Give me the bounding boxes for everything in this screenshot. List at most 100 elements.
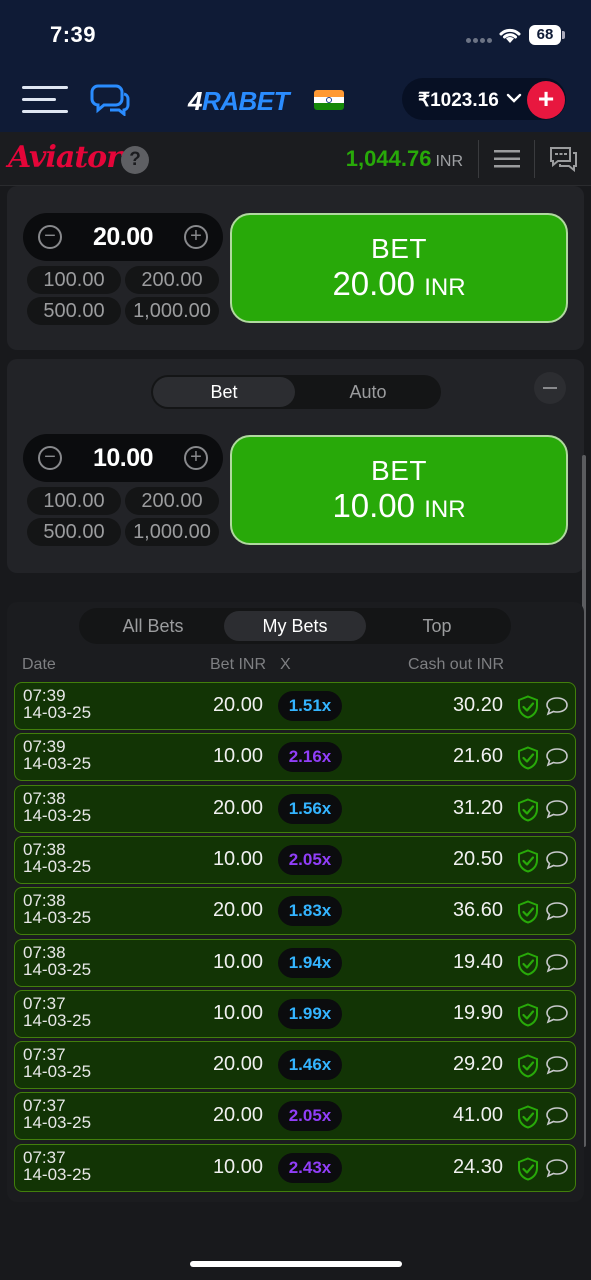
game-balance: 1,044.76 INR xyxy=(345,146,463,171)
bet-amount-value[interactable]: 10.00 xyxy=(73,444,173,473)
share-chat-icon[interactable] xyxy=(545,747,569,767)
bet-amount-label: 20.00 INR xyxy=(332,265,466,302)
bet-date: 14-03-25 xyxy=(23,1010,92,1030)
provably-fair-shield-icon[interactable] xyxy=(517,1003,539,1027)
bet-time: 07:37 xyxy=(23,1147,66,1167)
cashout-amount: 30.20 xyxy=(452,694,503,716)
battery-tip xyxy=(562,31,565,39)
share-chat-icon[interactable] xyxy=(545,953,569,973)
provably-fair-shield-icon[interactable] xyxy=(517,798,539,822)
quick-amount-button[interactable]: 100.00 xyxy=(27,487,121,515)
share-chat-icon[interactable] xyxy=(545,1055,569,1075)
tab-all-bets[interactable]: All Bets xyxy=(83,611,223,641)
bet-amount-value[interactable]: 20.00 xyxy=(73,223,173,252)
bet-amount-label: 10.00 INR xyxy=(332,487,466,524)
multiplier-badge: 1.83x xyxy=(278,896,342,927)
quick-amount-button[interactable]: 100.00 xyxy=(27,266,121,294)
bet-amount-stepper[interactable]: − 10.00 + xyxy=(23,434,223,482)
deposit-button[interactable]: + xyxy=(527,81,565,119)
home-indicator[interactable] xyxy=(190,1261,402,1267)
share-chat-icon[interactable] xyxy=(545,1106,569,1126)
wallet-balance-text: ₹1023.16 xyxy=(418,90,499,111)
table-row[interactable]: 07:37 14-03-25 10.00 2.43x 24.30 xyxy=(14,1143,576,1192)
table-row[interactable]: 07:37 14-03-25 20.00 2.05x 41.00 xyxy=(14,1092,576,1141)
multiplier-badge: 2.16x xyxy=(278,742,342,773)
cashout-amount: 19.90 xyxy=(452,1001,503,1024)
increase-button[interactable]: + xyxy=(184,225,208,249)
share-chat-icon[interactable] xyxy=(545,696,569,716)
table-row[interactable]: 07:39 14-03-25 10.00 2.16x 21.60 xyxy=(14,733,576,782)
provably-fair-shield-icon[interactable] xyxy=(517,849,539,873)
bet-date: 14-03-25 xyxy=(23,856,92,876)
tab-bet[interactable]: Bet xyxy=(153,377,295,407)
divider xyxy=(478,140,479,178)
tab-top[interactable]: Top xyxy=(367,611,507,641)
table-row[interactable]: 07:37 14-03-25 10.00 1.99x 19.90 xyxy=(14,989,576,1038)
divider xyxy=(534,140,535,178)
tab-my-bets[interactable]: My Bets xyxy=(224,611,366,641)
provably-fair-shield-icon[interactable] xyxy=(517,695,539,719)
bet-amount: 20.00 xyxy=(212,694,263,716)
provably-fair-shield-icon[interactable] xyxy=(517,900,539,924)
share-chat-icon[interactable] xyxy=(545,901,569,921)
share-chat-icon[interactable] xyxy=(545,799,569,819)
table-row[interactable]: 07:39 14-03-25 20.00 1.51x 30.20 xyxy=(14,682,576,730)
bet-amount: 10.00 xyxy=(212,745,263,768)
increase-button[interactable]: + xyxy=(184,446,208,470)
table-row[interactable]: 07:38 14-03-25 20.00 1.56x 31.20 xyxy=(14,784,576,833)
bet-button[interactable]: BET 10.00 INR xyxy=(230,435,568,545)
bet-amount-stepper[interactable]: − 20.00 + xyxy=(23,213,223,261)
bet-date: 14-03-25 xyxy=(23,959,92,979)
table-row[interactable]: 07:38 14-03-25 20.00 1.83x 36.60 xyxy=(14,887,576,936)
quick-amount-button[interactable]: 1,000.00 xyxy=(125,297,219,325)
share-chat-icon[interactable] xyxy=(545,850,569,870)
provably-fair-shield-icon[interactable] xyxy=(517,746,539,770)
quick-amount-button[interactable]: 500.00 xyxy=(27,518,121,546)
multiplier-badge: 1.99x xyxy=(278,998,342,1029)
bet-time: 07:37 xyxy=(23,993,66,1013)
bet-amount: 10.00 xyxy=(212,847,263,870)
decrease-button[interactable]: − xyxy=(38,225,62,249)
cashout-amount: 24.30 xyxy=(452,1155,503,1178)
cellular-signal-icon xyxy=(466,38,492,44)
menu-icon[interactable] xyxy=(494,149,520,169)
bet-time: 07:38 xyxy=(23,942,66,962)
tab-auto[interactable]: Auto xyxy=(297,377,439,407)
provably-fair-shield-icon[interactable] xyxy=(517,1105,539,1129)
bet-time: 07:39 xyxy=(23,686,66,705)
provably-fair-shield-icon[interactable] xyxy=(517,951,539,976)
bet-date: 14-03-25 xyxy=(23,1164,92,1184)
quick-amount-button[interactable]: 500.00 xyxy=(27,297,121,325)
remove-panel-button[interactable] xyxy=(534,372,566,404)
bet-button[interactable]: BET 20.00 INR xyxy=(230,213,568,323)
decrease-button[interactable]: − xyxy=(38,446,62,470)
battery-icon: 68 xyxy=(529,25,561,45)
table-row[interactable]: 07:38 14-03-25 10.00 2.05x 20.50 xyxy=(14,835,576,884)
quick-amount-button[interactable]: 200.00 xyxy=(125,266,219,294)
bet-time: 07:37 xyxy=(23,1045,66,1065)
status-bar: 7:39 68 xyxy=(0,0,591,72)
share-chat-icon[interactable] xyxy=(545,1158,569,1178)
4rabet-logo[interactable]: 4RABET xyxy=(188,86,290,117)
table-row[interactable]: 07:38 14-03-25 10.00 1.94x 19.40 xyxy=(14,938,576,987)
bet-date: 14-03-25 xyxy=(23,754,92,774)
provably-fair-shield-icon[interactable] xyxy=(517,1157,539,1181)
hamburger-menu-icon[interactable] xyxy=(22,86,68,114)
help-button[interactable]: ? xyxy=(121,146,149,174)
chevron-down-icon[interactable] xyxy=(506,92,522,104)
quick-amount-button[interactable]: 1,000.00 xyxy=(125,518,219,546)
provably-fair-shield-icon[interactable] xyxy=(517,1054,539,1078)
chat-support-icon[interactable] xyxy=(90,82,130,116)
bet-amount: 10.00 xyxy=(212,1155,263,1178)
table-row[interactable]: 07:37 14-03-25 20.00 1.46x 29.20 xyxy=(14,1041,576,1090)
multiplier-badge: 2.43x xyxy=(278,1152,342,1183)
chat-icon[interactable] xyxy=(548,146,578,172)
cashout-amount: 41.00 xyxy=(452,1104,503,1127)
quick-amount-button[interactable]: 200.00 xyxy=(125,487,219,515)
bet-date: 14-03-25 xyxy=(23,1062,92,1082)
multiplier-badge: 1.51x xyxy=(278,691,342,721)
bet-date: 14-03-25 xyxy=(23,805,92,825)
share-chat-icon[interactable] xyxy=(545,1004,569,1024)
multiplier-badge: 1.56x xyxy=(278,793,342,824)
cashout-amount: 19.40 xyxy=(452,950,503,973)
